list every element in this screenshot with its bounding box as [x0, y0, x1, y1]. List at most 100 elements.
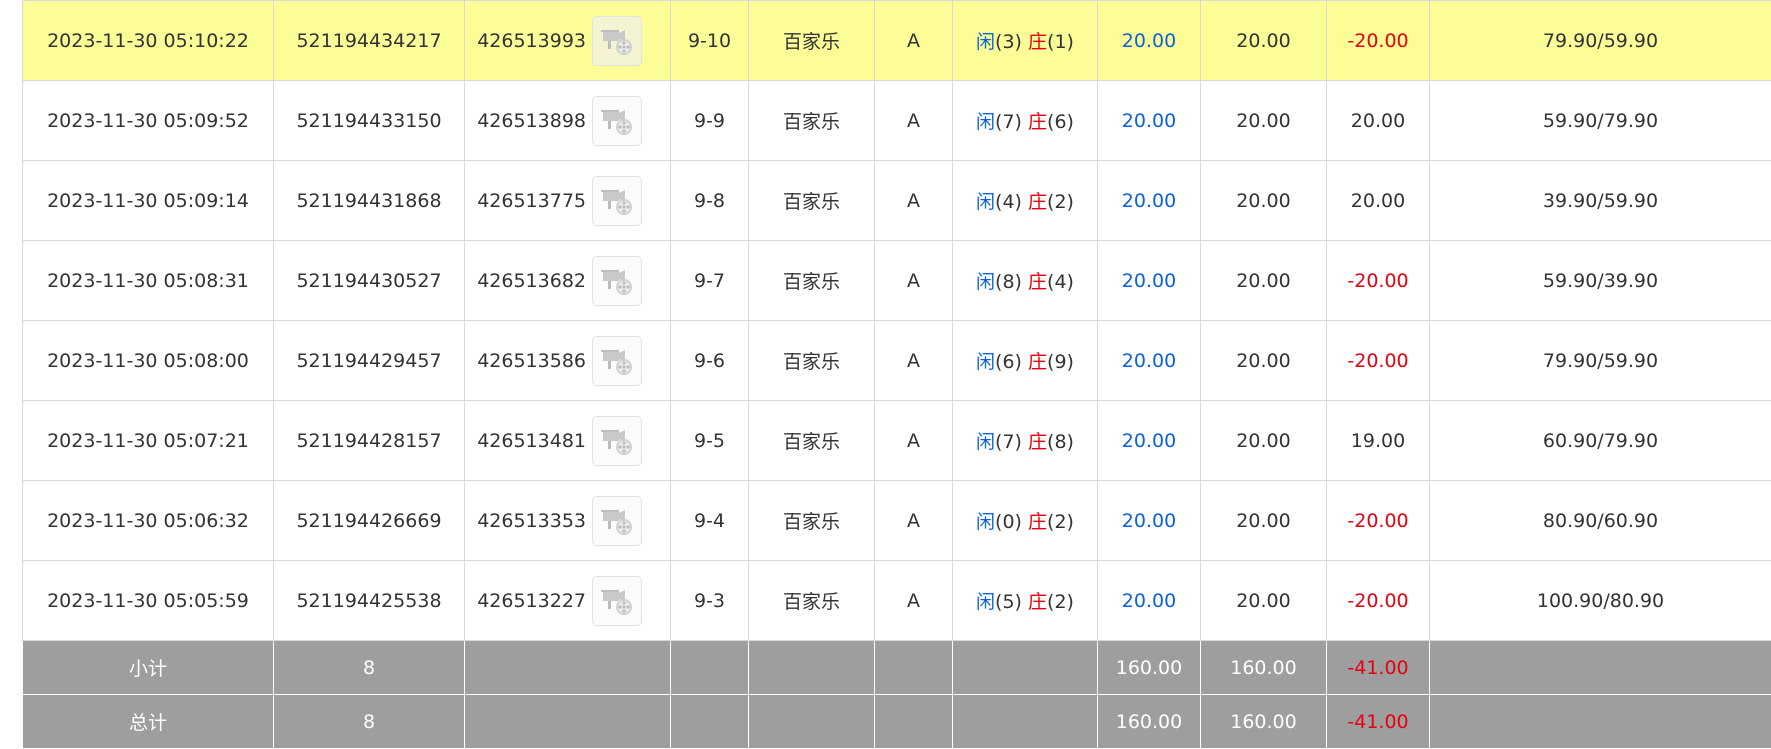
- result-cell: 闲(3) 庄(1): [953, 1, 1098, 81]
- shoe-round: 9-3: [671, 561, 749, 641]
- player-label: 闲: [976, 271, 995, 293]
- order-number: 521194431868: [274, 161, 465, 241]
- subtotal-valid: 160.00: [1201, 641, 1327, 695]
- bet-amount: 20.00: [1098, 401, 1201, 481]
- shoe-round: 9-4: [671, 481, 749, 561]
- video-replay-icon[interactable]: [592, 96, 642, 146]
- game-type: 百家乐: [749, 161, 875, 241]
- round-cell: 426513682: [465, 241, 671, 321]
- win-amount: 20.00: [1327, 81, 1430, 161]
- table-row: 2023-11-30 05:06:32 521194426669 4265133…: [23, 481, 1771, 561]
- round-number: 426513898: [477, 110, 586, 132]
- total-bet: 160.00: [1098, 695, 1201, 749]
- balance-change: 59.90/79.90: [1430, 81, 1771, 161]
- game-type: 百家乐: [749, 81, 875, 161]
- valid-bet: 20.00: [1201, 241, 1327, 321]
- bet-amount: 20.00: [1098, 241, 1201, 321]
- round-cell: 426513353: [465, 481, 671, 561]
- video-replay-icon[interactable]: [592, 256, 642, 306]
- banker-value: (9): [1047, 351, 1074, 373]
- balance-change: 59.90/39.90: [1430, 241, 1771, 321]
- round-cell: 426513993: [465, 1, 671, 81]
- banker-label: 庄: [1028, 591, 1047, 613]
- result-cell: 闲(7) 庄(6): [953, 81, 1098, 161]
- game-type: 百家乐: [749, 481, 875, 561]
- round-number: 426513481: [477, 430, 586, 452]
- balance-change: 39.90/59.90: [1430, 161, 1771, 241]
- video-replay-icon[interactable]: [592, 336, 642, 386]
- win-amount: -20.00: [1327, 1, 1430, 81]
- order-number: 521194425538: [274, 561, 465, 641]
- valid-bet: 20.00: [1201, 1, 1327, 81]
- table-row: 2023-11-30 05:09:52 521194433150 4265138…: [23, 81, 1771, 161]
- total-win: -41.00: [1327, 695, 1430, 749]
- game-type: 百家乐: [749, 321, 875, 401]
- banker-value: (2): [1047, 591, 1074, 613]
- valid-bet: 20.00: [1201, 401, 1327, 481]
- round-cell: 426513586: [465, 321, 671, 401]
- round-number: 426513586: [477, 350, 586, 372]
- result-cell: 闲(6) 庄(9): [953, 321, 1098, 401]
- table-id: A: [875, 481, 953, 561]
- win-amount: -20.00: [1327, 561, 1430, 641]
- round-number: 426513993: [477, 30, 586, 52]
- bet-time: 2023-11-30 05:09:52: [23, 81, 274, 161]
- table-id: A: [875, 561, 953, 641]
- round-number: 426513227: [477, 590, 586, 612]
- video-replay-icon[interactable]: [592, 16, 642, 66]
- table-id: A: [875, 321, 953, 401]
- table-row: 2023-11-30 05:08:31 521194430527 4265136…: [23, 241, 1771, 321]
- shoe-round: 9-7: [671, 241, 749, 321]
- table-row: 2023-11-30 05:05:59 521194425538 4265132…: [23, 561, 1771, 641]
- player-value: (8): [995, 271, 1022, 293]
- order-number: 521194428157: [274, 401, 465, 481]
- shoe-round: 9-10: [671, 1, 749, 81]
- video-replay-icon[interactable]: [592, 496, 642, 546]
- balance-change: 79.90/59.90: [1430, 321, 1771, 401]
- valid-bet: 20.00: [1201, 561, 1327, 641]
- valid-bet: 20.00: [1201, 161, 1327, 241]
- video-replay-icon[interactable]: [592, 576, 642, 626]
- valid-bet: 20.00: [1201, 81, 1327, 161]
- video-replay-icon[interactable]: [592, 416, 642, 466]
- round-cell: 426513481: [465, 401, 671, 481]
- round-cell: 426513775: [465, 161, 671, 241]
- bet-time: 2023-11-30 05:10:22: [23, 1, 274, 81]
- player-label: 闲: [976, 351, 995, 373]
- order-number: 521194429457: [274, 321, 465, 401]
- shoe-round: 9-9: [671, 81, 749, 161]
- game-type: 百家乐: [749, 561, 875, 641]
- bet-amount: 20.00: [1098, 321, 1201, 401]
- banker-value: (8): [1047, 431, 1074, 453]
- bet-time: 2023-11-30 05:09:14: [23, 161, 274, 241]
- result-cell: 闲(5) 庄(2): [953, 561, 1098, 641]
- win-amount: -20.00: [1327, 321, 1430, 401]
- banker-value: (4): [1047, 271, 1074, 293]
- subtotal-bet: 160.00: [1098, 641, 1201, 695]
- subtotal-count: 8: [274, 641, 465, 695]
- result-cell: 闲(4) 庄(2): [953, 161, 1098, 241]
- video-replay-icon[interactable]: [592, 176, 642, 226]
- result-cell: 闲(0) 庄(2): [953, 481, 1098, 561]
- table-row: 2023-11-30 05:10:22 521194434217 4265139…: [23, 1, 1771, 81]
- result-cell: 闲(7) 庄(8): [953, 401, 1098, 481]
- round-number: 426513353: [477, 510, 586, 532]
- bet-records-table: 2023-11-30 05:10:22 521194434217 4265139…: [22, 0, 1771, 749]
- valid-bet: 20.00: [1201, 481, 1327, 561]
- table-row: 2023-11-30 05:08:00 521194429457 4265135…: [23, 321, 1771, 401]
- player-value: (7): [995, 111, 1022, 133]
- bet-amount: 20.00: [1098, 561, 1201, 641]
- bet-time: 2023-11-30 05:08:00: [23, 321, 274, 401]
- subtotal-label: 小计: [23, 641, 274, 695]
- table-body: 2023-11-30 05:10:22 521194434217 4265139…: [23, 1, 1771, 641]
- table-id: A: [875, 241, 953, 321]
- bet-amount: 20.00: [1098, 161, 1201, 241]
- player-value: (4): [995, 191, 1022, 213]
- bet-time: 2023-11-30 05:06:32: [23, 481, 274, 561]
- banker-label: 庄: [1028, 351, 1047, 373]
- order-number: 521194426669: [274, 481, 465, 561]
- balance-change: 60.90/79.90: [1430, 401, 1771, 481]
- balance-change: 79.90/59.90: [1430, 1, 1771, 81]
- shoe-round: 9-8: [671, 161, 749, 241]
- player-value: (7): [995, 431, 1022, 453]
